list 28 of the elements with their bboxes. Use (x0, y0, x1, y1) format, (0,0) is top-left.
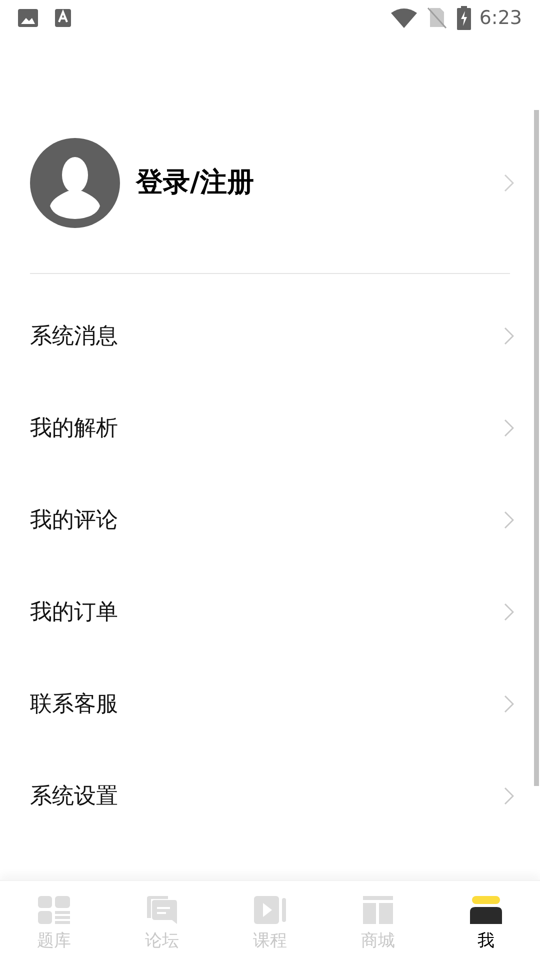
chevron-right-icon (504, 174, 514, 192)
menu-item[interactable]: 我的评论 (0, 474, 540, 566)
avatar-icon (30, 138, 120, 228)
profile-icon (470, 896, 502, 924)
battery-charging-icon (457, 6, 472, 30)
video-play-icon (254, 896, 286, 924)
no-sim-icon (427, 7, 448, 29)
clock: 6:23 (479, 6, 522, 31)
chevron-right-icon (504, 603, 514, 621)
menu-item[interactable]: 我的解析 (0, 382, 540, 474)
chat-icon (146, 896, 178, 924)
grid-icon (38, 896, 70, 924)
chevron-right-icon (504, 511, 514, 529)
menu-item[interactable]: 我的订单 (0, 566, 540, 658)
wifi-icon (391, 8, 418, 28)
menu-item[interactable]: 系统消息 (0, 290, 540, 382)
chevron-right-icon (504, 695, 514, 713)
image-icon (18, 9, 38, 27)
chevron-right-icon (504, 787, 514, 805)
login-register-label: 登录/注册 (136, 166, 254, 200)
profile-row[interactable]: 登录/注册 (0, 138, 540, 228)
font-icon (55, 9, 71, 27)
menu-item[interactable]: 联系客服 (0, 658, 540, 750)
chevron-right-icon (504, 327, 514, 345)
menu-item[interactable]: 系统设置 (0, 750, 540, 842)
layout-icon (362, 896, 394, 924)
tab[interactable]: 我 (432, 881, 540, 960)
chevron-right-icon (504, 419, 514, 437)
